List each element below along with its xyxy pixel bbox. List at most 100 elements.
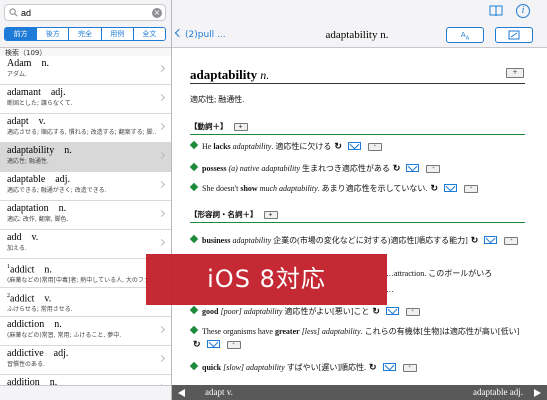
word-headword-text: addictive adj. xyxy=(7,348,69,359)
example-pre: These organisms have xyxy=(202,327,275,336)
section-verb: 【動詞＋】 + xyxy=(190,121,525,135)
next-entry-link[interactable]: adaptable adj. xyxy=(443,385,523,400)
section-label: 【形容詞・名詞＋】 xyxy=(190,210,258,219)
share-icon[interactable] xyxy=(385,307,399,315)
note-button[interactable] xyxy=(495,27,533,43)
repeat-audio-icon[interactable]: ↻ xyxy=(430,182,438,195)
example-keyword: lacks xyxy=(213,142,231,151)
search-mode-segments: 前方 後方 完全 用例 全文 xyxy=(4,27,166,41)
font-size-button[interactable]: AA xyxy=(446,27,484,43)
repeat-audio-icon[interactable]: ↻ xyxy=(193,338,201,351)
headword-pos: n. xyxy=(260,68,270,82)
word-headword: adaptable adj. xyxy=(7,172,171,186)
previous-arrow-icon[interactable] xyxy=(178,389,185,397)
back-button[interactable]: (2)pull ... xyxy=(174,28,226,42)
list-item[interactable]: addictive adj. 習慣性のある. xyxy=(0,346,171,375)
word-definition: 適応できる; 融通がきく; 改造できる. xyxy=(7,187,107,194)
segment-prefix[interactable]: 前方 xyxy=(5,28,37,40)
word-headword-text: adapt v. xyxy=(7,116,46,127)
add-note-button[interactable]: + xyxy=(426,165,441,174)
add-note-button[interactable]: + xyxy=(504,237,519,246)
add-note-button[interactable]: + xyxy=(233,123,248,131)
repeat-audio-icon[interactable]: ↻ xyxy=(471,234,479,247)
add-note-button[interactable]: + xyxy=(463,185,478,194)
list-item[interactable]: adaptation n. 適応; 改作, 翻案, 脚色. xyxy=(0,201,171,230)
entry-gloss: 適応性; 融通性. xyxy=(190,95,245,104)
example-row: She doesn't show much adaptability. あまり適… xyxy=(189,182,530,195)
headword: adaptability n. xyxy=(190,67,269,82)
clear-search-icon[interactable]: × xyxy=(152,8,162,18)
word-headword: add v. xyxy=(7,230,171,244)
next-arrow-icon[interactable] xyxy=(534,389,541,397)
word-definition: ふけらせる; 常用させる. xyxy=(7,306,73,314)
page-title: adaptability n. xyxy=(325,29,389,41)
example-headword: [less] adaptability xyxy=(299,327,361,336)
section-label: 【動詞＋】 xyxy=(190,122,228,131)
share-icon[interactable] xyxy=(382,363,396,371)
bullet-diamond-icon xyxy=(189,234,199,244)
example-row: He lacks adaptability. 適応性に欠ける ↻ + xyxy=(189,140,530,153)
segment-exact[interactable]: 完全 xyxy=(68,28,101,40)
bullet-diamond-icon xyxy=(189,162,199,172)
add-note-button[interactable]: + xyxy=(263,211,278,219)
section-adj-noun: 【形容詞・名詞＋】 + xyxy=(190,209,525,223)
word-headword: addiction n. xyxy=(7,317,171,331)
example-row: business adaptability 企業の(市場の変化などに対する)適応… xyxy=(189,234,530,247)
word-headword-text: add v. xyxy=(7,232,39,243)
note-icon xyxy=(508,30,520,40)
word-headword-text: Adam n. xyxy=(7,58,49,69)
share-icon[interactable] xyxy=(443,184,457,192)
add-note-button[interactable]: + xyxy=(402,364,417,373)
example-translation: . 適応性に欠ける xyxy=(271,142,332,151)
book-icon[interactable] xyxy=(489,5,503,17)
add-note-button[interactable]: + xyxy=(367,143,382,152)
list-item[interactable]: adamant adj. 断固とした; 譲らなくて. xyxy=(0,85,171,114)
search-value: ad xyxy=(21,8,32,18)
font-size-icon-sub: A xyxy=(465,35,470,42)
share-icon[interactable] xyxy=(206,340,220,348)
segment-suffix[interactable]: 後方 xyxy=(36,28,69,40)
list-item[interactable]: adapt v. 適応させる; 順応する, 慣れる; 改造する; 翻案する; 脚… xyxy=(0,114,171,143)
add-note-button[interactable]: + xyxy=(506,68,524,78)
repeat-audio-icon[interactable]: ↻ xyxy=(334,140,342,153)
word-definition: (麻薬などの)常習, 常用; ふけること, 夢中. xyxy=(7,332,122,339)
example-headword: much adaptability xyxy=(257,184,318,193)
example-row: possess (a) native adaptability 生まれつき適応性… xyxy=(189,162,530,175)
list-item[interactable]: adaptable adj. 適応できる; 融通がきく; 改造できる. xyxy=(0,172,171,201)
back-label: (2)pull ... xyxy=(185,30,226,40)
example-keyword: show xyxy=(240,184,258,193)
segment-examples[interactable]: 用例 xyxy=(100,28,133,40)
word-headword-text: addict n. xyxy=(10,264,52,276)
segment-fulltext[interactable]: 全文 xyxy=(132,28,165,40)
info-icon[interactable]: i xyxy=(516,4,530,18)
example-row: good [poor] adaptability 適応性がよい[悪い]こと ↻ + xyxy=(189,305,530,318)
list-item[interactable]: addiction n. (麻薬などの)常習, 常用; ふけること, 夢中. xyxy=(0,317,171,346)
add-note-button[interactable]: + xyxy=(226,341,241,350)
word-headword-text: adaptability n. xyxy=(7,145,72,156)
example-keyword: greater xyxy=(274,327,300,336)
example-translation: …attraction. このボールがいろ xyxy=(386,269,493,278)
previous-entry-link[interactable]: adapt v. xyxy=(205,385,233,400)
chevron-left-icon xyxy=(174,28,184,38)
search-input[interactable]: ad × xyxy=(4,4,166,21)
word-list: Adam n. アダム. adamant adj. 断固とした; 譲らなくて. adap… xyxy=(0,56,171,400)
headword-row: adaptability n. + xyxy=(190,64,525,84)
word-definition: 断固とした; 譲らなくて. xyxy=(7,100,73,107)
list-item[interactable]: adaptability n. 適応性; 融通性. xyxy=(0,143,171,172)
share-icon[interactable] xyxy=(484,236,498,244)
repeat-audio-icon[interactable]: ↻ xyxy=(369,361,377,374)
word-headword-text: adaptable adj. xyxy=(7,174,71,185)
repeat-audio-icon[interactable]: ↻ xyxy=(372,305,380,318)
repeat-audio-icon[interactable]: ↻ xyxy=(393,162,401,175)
bullet-diamond-icon xyxy=(189,305,199,315)
example-keyword: business xyxy=(202,236,231,245)
left-toolbar xyxy=(0,385,171,400)
share-icon[interactable] xyxy=(406,164,420,172)
list-item[interactable]: Adam n. アダム. xyxy=(0,56,171,85)
example-row: quick [slow] adaptability すばやい[遅い]順応性. ↻ + xyxy=(189,361,530,374)
add-note-button[interactable]: + xyxy=(405,308,420,317)
word-headword-text: addiction n. xyxy=(7,319,62,330)
share-icon[interactable] xyxy=(347,142,361,150)
bullet-diamond-icon xyxy=(189,182,199,192)
example-keyword: possess xyxy=(202,164,227,173)
